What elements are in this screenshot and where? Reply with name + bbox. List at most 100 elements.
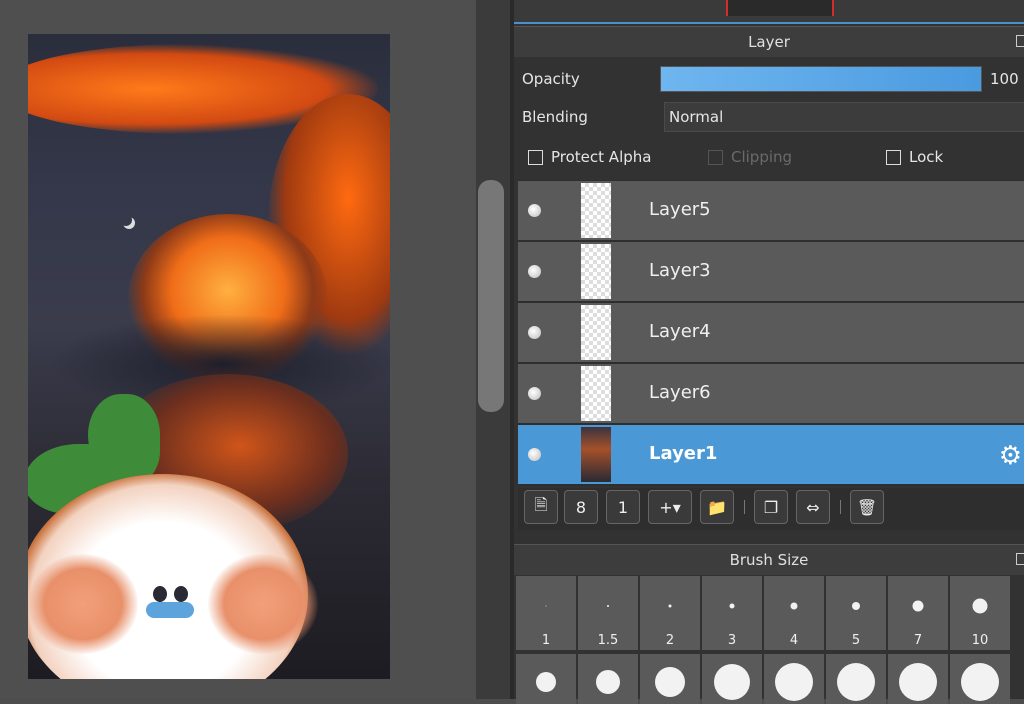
brush-size-cell[interactable]: 1.5 [578,576,638,650]
brush-size-cell[interactable] [640,654,700,704]
brush-size-label: 7 [913,633,923,648]
protect-alpha-box[interactable] [528,149,543,165]
character-tear [146,602,194,618]
visibility-eye-icon[interactable] [528,448,541,461]
brush-dot [790,602,798,610]
layer-toolbar: 🗎 8 1 +▾ 📁 ❐ ⇔ 🗑 [518,488,1024,530]
brush-size-label: 5 [851,633,861,648]
brush-dot [837,663,875,701]
brush-size-label: 1.5 [597,633,619,648]
maximize-icon[interactable] [1016,553,1024,565]
lock-box[interactable] [886,149,901,165]
layer-name: Layer6 [649,382,711,403]
opacity-slider-fill [661,67,981,91]
clipping-box[interactable] [708,149,723,165]
maximize-icon[interactable] [1016,35,1024,47]
brush-dot [961,663,999,701]
brush-dot [775,663,813,701]
brush-panel-header: Brush Size [514,544,1024,575]
brush-dot [596,670,620,694]
opacity-slider[interactable] [660,66,982,92]
brush-panel-title: Brush Size [729,551,809,569]
artwork-canvas[interactable] [28,34,390,679]
brush-size-cell[interactable] [578,654,638,704]
brush-size-label: 2 [665,633,675,648]
brush-size-cell[interactable] [702,654,762,704]
brush-size-cell[interactable]: 10 [950,576,1010,650]
brush-size-cell[interactable]: 1 [516,576,576,650]
canvas-area[interactable] [0,0,476,699]
protect-alpha-label: Protect Alpha [551,148,652,166]
layer-name: Layer1 [649,443,718,464]
layer-thumbnail [581,427,611,482]
brush-size-label: 4 [789,633,799,648]
blending-select[interactable]: Normal [664,102,1024,132]
visibility-eye-icon[interactable] [528,326,541,339]
layer-row[interactable]: Layer5 [518,181,1024,240]
layer-thumbnail [581,305,611,360]
new-1bit-layer-icon[interactable]: 1 [606,490,640,524]
clipping-checkbox[interactable]: Clipping [708,148,792,166]
layer-panel-header: Layer [514,26,1024,57]
character-eye-right [174,586,188,602]
layer-thumbnail [581,366,611,421]
brush-dot [536,672,556,692]
brush-size-cell[interactable] [950,654,1010,704]
brush-size-cell[interactable] [516,654,576,704]
brush-size-cell[interactable]: 2 [640,576,700,650]
lock-label: Lock [909,148,944,166]
lock-checkbox[interactable]: Lock [886,148,943,166]
add-layer-menu-icon[interactable]: +▾ [648,490,692,524]
visibility-eye-icon[interactable] [528,204,541,217]
brush-size-cell[interactable] [764,654,824,704]
clipping-label: Clipping [731,148,793,166]
blending-label: Blending [522,108,588,126]
layer-row[interactable]: Layer6 [518,364,1024,423]
gear-icon[interactable]: ⚙ [999,441,1022,471]
delete-layer-icon[interactable]: 🗑 [850,490,884,524]
brush-size-label: 1 [541,633,551,648]
brush-dot [714,664,750,700]
navigator-thumbnail[interactable] [726,0,834,16]
new-layer-icon[interactable]: 🗎 [524,490,558,524]
brush-dot [729,603,735,609]
brush-size-cell[interactable]: 3 [702,576,762,650]
navigator-strip [514,0,1024,24]
brush-dot [852,602,860,610]
layer-row[interactable]: Layer4 [518,303,1024,362]
moon [120,214,132,226]
brush-size-grid: 1 1.5 2 3 4 5 7 10 [514,574,1024,704]
brush-dot [607,605,609,607]
character-eye-left [153,586,167,602]
brush-size-label: 3 [727,633,737,648]
canvas-scrollbar-thumb[interactable] [478,180,504,412]
right-panel: Layer Opacity 100 Blending Normal Protec… [514,0,1024,704]
layer-row[interactable]: Layer3 [518,242,1024,301]
character-cheek-right [208,554,318,654]
brush-size-cell[interactable] [826,654,886,704]
brush-dot [668,604,672,608]
opacity-label: Opacity [522,70,580,88]
protect-alpha-checkbox[interactable]: Protect Alpha [528,148,651,166]
folder-icon[interactable]: 📁 [700,490,734,524]
blending-value: Normal [669,108,724,126]
brush-size-cell[interactable]: 4 [764,576,824,650]
visibility-eye-icon[interactable] [528,265,541,278]
merge-layer-icon[interactable]: ⇔ [796,490,830,524]
duplicate-layer-icon[interactable]: ❐ [754,490,788,524]
layer-row-selected[interactable]: Layer1 ⚙ [518,425,1024,484]
visibility-eye-icon[interactable] [528,387,541,400]
brush-dot [899,663,937,701]
brush-size-cell[interactable]: 7 [888,576,948,650]
character-cheek-left [28,554,138,654]
toolbar-separator [744,500,745,514]
brush-size-cell[interactable]: 5 [826,576,886,650]
brush-dot [655,667,685,697]
new-8bit-layer-icon[interactable]: 8 [564,490,598,524]
opacity-value: 100 [990,70,1019,88]
brush-size-cell[interactable] [888,654,948,704]
layer-thumbnail [581,244,611,299]
layer-name: Layer5 [649,199,711,220]
layer-list: Layer5 Layer3 Layer4 Layer6 Layer1 ⚙ [518,180,1024,486]
brush-dot [545,605,547,607]
